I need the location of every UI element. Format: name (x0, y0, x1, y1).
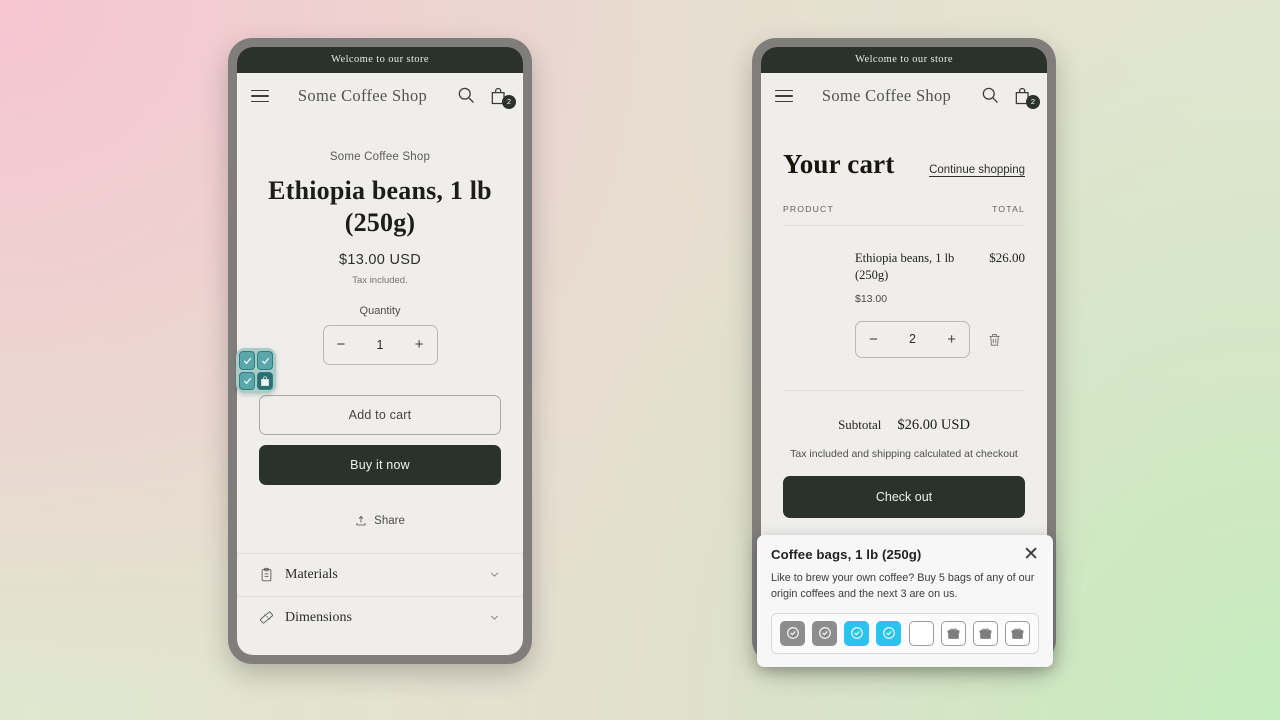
page-title: Your cart (783, 149, 895, 179)
teal-stamp-widget[interactable] (236, 348, 276, 393)
announcement-bar: Welcome to our store (761, 47, 1047, 73)
product-title: Ethiopia beans, 1 lb (250g) (268, 176, 492, 237)
teal-stamp-check-3[interactable] (239, 371, 255, 390)
check-icon (243, 378, 251, 385)
accordion-item-dimensions[interactable]: Dimensions (237, 597, 523, 639)
subtotal-row: Subtotal $26.00 USD (783, 417, 1025, 434)
product-screen: Welcome to our store Some Coffee Shop 2 (237, 47, 523, 655)
line-item-quantity-value: 2 (909, 332, 916, 347)
cart-header: Your cart Continue shopping (783, 149, 1025, 180)
check-icon (243, 357, 251, 365)
column-product: PRODUCT (783, 204, 834, 214)
loyalty-stamp-1[interactable] (780, 620, 805, 646)
quantity-decrease-button[interactable]: − (337, 337, 346, 352)
buy-it-now-button[interactable]: Buy it now (259, 444, 501, 485)
line-item-quantity-stepper[interactable]: − 2 + (855, 320, 970, 358)
store-header: Some Coffee Shop 2 (237, 73, 523, 121)
accordion-label-dimensions: Dimensions (285, 609, 352, 625)
store-name: Some Coffee Shop (297, 85, 428, 105)
quantity-label: Quantity (359, 304, 401, 317)
share-label: Share (374, 514, 405, 527)
cart-line-item: Ethiopia beans, 1 lb (250g) $26.00 $13.0… (783, 226, 1025, 358)
product-vendor: Some Coffee Shop (329, 151, 431, 163)
line-item-unit-price: $13.00 (855, 292, 888, 305)
popup-title: Coffee bags, 1 lb (250g) (771, 547, 922, 562)
check-circle-icon (818, 627, 831, 640)
announcement-bar: Welcome to our store (237, 47, 523, 73)
header-icons: 2 (980, 85, 1040, 109)
line-item-increase-button[interactable]: + (947, 332, 956, 347)
shopping-bag-icon[interactable]: 2 (1013, 85, 1040, 109)
gift-icon (947, 628, 960, 639)
continue-shopping-link[interactable]: Continue shopping (929, 164, 1025, 176)
line-item-total: $26.00 (989, 250, 1025, 265)
quantity-value: 1 (376, 337, 384, 352)
gift-icon (1011, 628, 1024, 639)
search-icon[interactable] (456, 85, 476, 107)
checkout-button[interactable]: Check out (783, 475, 1025, 518)
check-circle-icon (786, 627, 799, 640)
hamburger-icon[interactable] (251, 89, 269, 103)
trash-icon[interactable] (987, 332, 1002, 347)
shopping-bag-icon[interactable]: 2 (489, 85, 516, 109)
loyalty-stamp-6[interactable] (940, 620, 966, 646)
product-price: $13.00 USD (339, 251, 421, 268)
popup-header: Coffee bags, 1 lb (250g) ✕ (771, 545, 1039, 564)
subtotal-value: $26.00 USD (897, 416, 970, 433)
accordion-label-materials: Materials (285, 566, 338, 582)
cart-contents: Your cart Continue shopping PRODUCT TOTA… (761, 149, 1047, 518)
quantity-stepper[interactable]: − 1 + (322, 324, 438, 365)
cart-count-badge: 2 (502, 95, 516, 109)
check-circle-icon (850, 627, 863, 640)
popup-description: Like to brew your own coffee? Buy 5 bags… (771, 572, 1035, 600)
ruler-icon (260, 611, 273, 624)
loyalty-popup: Coffee bags, 1 lb (250g) ✕ Like to brew … (757, 535, 1053, 667)
loyalty-stamp-track (771, 612, 1039, 654)
line-item-name[interactable]: Ethiopia beans, 1 lb (250g) (855, 250, 981, 284)
product-details: Some Coffee Shop Ethiopia beans, 1 lb (2… (237, 151, 523, 527)
share-button[interactable]: Share (259, 515, 501, 527)
shopping-bag-icon (261, 376, 269, 386)
chevron-down-icon (490, 573, 499, 578)
product-accordion: Materials Dimensions (237, 552, 523, 639)
close-icon[interactable]: ✕ (1015, 545, 1039, 564)
chevron-down-icon (490, 616, 499, 621)
hamburger-icon[interactable] (775, 89, 793, 103)
cart-count-badge: 2 (1026, 95, 1040, 109)
cart-summary: Subtotal $26.00 USD Tax included and shi… (783, 389, 1025, 518)
header-icons: 2 (456, 85, 516, 109)
teal-stamp-check-2[interactable] (257, 351, 273, 370)
clipboard-icon (261, 568, 272, 582)
add-to-cart-button[interactable]: Add to cart (259, 394, 501, 435)
teal-stamp-bag[interactable] (257, 371, 273, 390)
column-total: TOTAL (992, 204, 1025, 214)
tax-note: Tax included. (352, 274, 408, 286)
loyalty-stamp-3[interactable] (844, 620, 870, 646)
store-name: Some Coffee Shop (821, 85, 952, 105)
search-icon[interactable] (980, 85, 1000, 107)
loyalty-stamp-5[interactable] (908, 620, 934, 646)
line-item-decrease-button[interactable]: − (869, 332, 878, 347)
cart-tax-note: Tax included and shipping calculated at … (790, 447, 1018, 460)
accordion-item-materials[interactable]: Materials (237, 554, 523, 597)
cart-column-headers: PRODUCT TOTAL (783, 204, 1025, 226)
loyalty-stamp-7[interactable] (972, 620, 998, 646)
teal-stamp-check-1[interactable] (239, 351, 255, 370)
product-thumbnail (783, 250, 845, 358)
gift-icon (979, 628, 992, 639)
check-icon (261, 357, 269, 365)
loyalty-stamp-4[interactable] (876, 620, 902, 646)
check-circle-icon (883, 627, 895, 640)
subtotal-label: Subtotal (838, 416, 882, 432)
loyalty-stamp-8[interactable] (1004, 620, 1030, 646)
loyalty-stamp-2[interactable] (812, 620, 838, 646)
quantity-increase-button[interactable]: + (415, 337, 424, 352)
store-header: Some Coffee Shop 2 (761, 73, 1047, 121)
share-icon (356, 515, 366, 526)
